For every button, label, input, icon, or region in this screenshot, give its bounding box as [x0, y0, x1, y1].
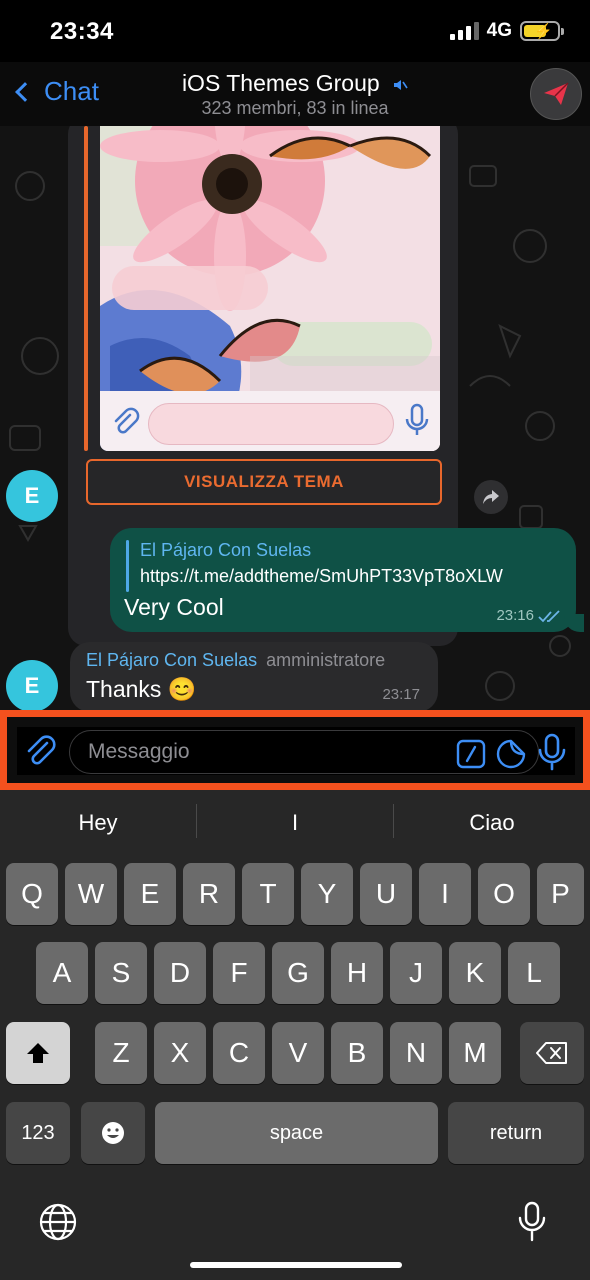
battery-icon: ⚡	[520, 21, 564, 41]
message-list[interactable]: VISUALIZZA TEMA E El Pájaro Con Suelas h…	[0, 126, 590, 711]
microphone-icon[interactable]	[537, 733, 567, 771]
forward-arrow-icon	[483, 490, 499, 504]
key-k[interactable]: K	[449, 942, 501, 1004]
key-i[interactable]: I	[419, 863, 471, 925]
key-f[interactable]: F	[213, 942, 265, 1004]
key-d[interactable]: D	[154, 942, 206, 1004]
emoji-key[interactable]	[81, 1102, 145, 1164]
network-label: 4G	[486, 20, 512, 41]
cellular-signal-icon	[449, 22, 479, 40]
reply-sender: El Pájaro Con Suelas	[140, 540, 312, 560]
key-r[interactable]: R	[183, 863, 235, 925]
key-h[interactable]: H	[331, 942, 383, 1004]
key-g[interactable]: G	[272, 942, 324, 1004]
numbers-key[interactable]: 123	[6, 1102, 70, 1164]
microphone-icon	[405, 403, 429, 435]
message-time: 23:17	[382, 686, 420, 703]
key-b[interactable]: B	[331, 1022, 383, 1084]
key-n[interactable]: N	[390, 1022, 442, 1084]
suggestion-bar: Hey I Ciao	[0, 790, 590, 856]
preview-message-field	[148, 403, 394, 445]
dictation-microphone-icon[interactable]	[516, 1200, 548, 1244]
status-bar: 23:34 4G ⚡	[0, 0, 590, 62]
message-time: 23:16	[496, 607, 534, 624]
message-placeholder: Messaggio	[88, 740, 190, 763]
sender-name[interactable]: El Pájaro Con Suelas	[86, 650, 257, 670]
key-u[interactable]: U	[360, 863, 412, 925]
key-e[interactable]: E	[124, 863, 176, 925]
globe-icon[interactable]	[38, 1202, 78, 1242]
preview-input-bar	[100, 391, 440, 451]
delete-key[interactable]	[520, 1022, 584, 1084]
attachment-icon	[114, 407, 140, 434]
key-p[interactable]: P	[537, 863, 584, 925]
commands-icon[interactable]	[456, 739, 486, 769]
incoming-message[interactable]: El Pájaro Con Suelas amministratore Than…	[70, 642, 438, 711]
key-z[interactable]: Z	[95, 1022, 147, 1084]
key-x[interactable]: X	[154, 1022, 206, 1084]
key-l[interactable]: L	[508, 942, 560, 1004]
backspace-icon	[536, 1042, 567, 1064]
chat-title[interactable]: iOS Themes Group	[0, 70, 590, 97]
view-theme-button[interactable]: VISUALIZZA TEMA	[86, 459, 442, 505]
chat-header: Chat iOS Themes Group 323 membri, 83 in …	[0, 62, 590, 126]
key-j[interactable]: J	[390, 942, 442, 1004]
suggestion-1[interactable]: Hey	[0, 810, 196, 836]
message-input-bar: Messaggio	[0, 710, 590, 790]
emoji-face-icon	[102, 1122, 124, 1144]
suggestion-3[interactable]: Ciao	[394, 810, 590, 836]
key-y[interactable]: Y	[301, 863, 353, 925]
home-indicator	[190, 1262, 402, 1268]
sender-line: El Pájaro Con Suelas amministratore	[86, 650, 385, 671]
status-indicators: 4G ⚡	[449, 20, 564, 42]
key-v[interactable]: V	[272, 1022, 324, 1084]
input-inner: Messaggio	[17, 727, 575, 775]
group-avatar[interactable]	[530, 68, 582, 120]
sender-avatar[interactable]: E	[6, 660, 58, 711]
shift-arrow-icon	[27, 1043, 49, 1063]
outgoing-message[interactable]: El Pájaro Con Suelas https://t.me/addthe…	[110, 528, 584, 632]
status-time: 23:34	[50, 18, 114, 45]
theme-preview-image[interactable]	[100, 126, 440, 451]
paper-plane-icon	[544, 82, 569, 105]
message-text: Very Cool	[124, 594, 224, 620]
reply-indicator	[126, 540, 129, 592]
shift-key[interactable]	[6, 1022, 70, 1084]
theme-accent-bar	[84, 126, 88, 451]
return-key[interactable]: return	[448, 1102, 584, 1164]
sticker-icon[interactable]	[496, 739, 526, 769]
key-m[interactable]: M	[449, 1022, 501, 1084]
keyboard: Hey I Ciao Q W E R T Y U I O P A S D F G…	[0, 790, 590, 1280]
message-input[interactable]: Messaggio	[69, 730, 539, 774]
sender-role: amministratore	[266, 650, 386, 670]
key-s[interactable]: S	[95, 942, 147, 1004]
key-a[interactable]: A	[36, 942, 88, 1004]
muted-speaker-icon	[394, 79, 408, 90]
suggestion-2[interactable]: I	[197, 810, 393, 836]
double-check-icon	[538, 610, 560, 623]
key-w[interactable]: W	[65, 863, 117, 925]
group-name: iOS Themes Group	[181, 70, 380, 96]
message-text: Thanks 😊	[86, 676, 197, 702]
reply-link[interactable]: https://t.me/addtheme/SmUhPT33VpT8oXLW	[140, 566, 503, 587]
key-q[interactable]: Q	[6, 863, 58, 925]
member-count: 323 membri, 83 in linea	[201, 98, 389, 118]
attachment-icon[interactable]	[23, 735, 57, 769]
share-button[interactable]	[474, 480, 508, 514]
key-t[interactable]: T	[242, 863, 294, 925]
avatar[interactable]: E	[6, 470, 58, 522]
key-c[interactable]: C	[213, 1022, 265, 1084]
space-key[interactable]: space	[155, 1102, 438, 1164]
key-o[interactable]: O	[478, 863, 530, 925]
